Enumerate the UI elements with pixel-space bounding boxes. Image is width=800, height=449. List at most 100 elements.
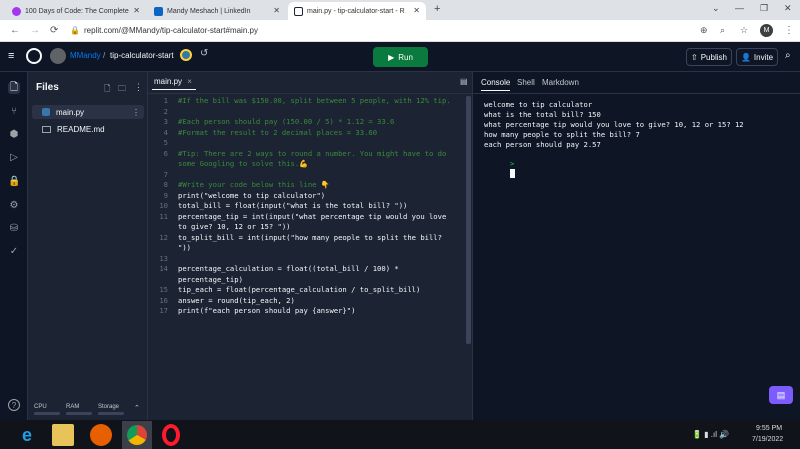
linkedin-icon bbox=[154, 6, 163, 16]
code-text: to give? 10, 12 or 15? ")) bbox=[178, 222, 291, 231]
add-icon[interactable]: ⊕ bbox=[700, 25, 708, 36]
publish-label: Publish bbox=[700, 52, 727, 62]
upload-icon: ⇧ bbox=[691, 52, 698, 62]
storage-bar bbox=[98, 412, 124, 415]
lock-icon: 🔒 bbox=[70, 26, 80, 35]
console-prompt[interactable]: > bbox=[484, 149, 515, 190]
close-icon[interactable]: × bbox=[187, 77, 192, 86]
chevron-down-icon[interactable]: ⌄ bbox=[712, 3, 720, 14]
opera-icon[interactable] bbox=[162, 424, 180, 446]
history-icon[interactable]: ↺ bbox=[200, 48, 208, 59]
repl-name[interactable]: tip-calculator-start bbox=[110, 51, 174, 60]
internet-explorer-icon[interactable]: e bbox=[16, 424, 38, 446]
invite-button[interactable]: 👤 Invite bbox=[736, 48, 778, 66]
line-number: 15 bbox=[159, 285, 168, 294]
run-button[interactable]: ▶ Run bbox=[373, 47, 428, 67]
secrets-lock-icon[interactable]: 🔒 bbox=[8, 176, 20, 188]
editor-tab-main[interactable]: main.py × bbox=[152, 77, 196, 90]
browser-tab-replit[interactable]: main.py - tip-calculator-start - R ✕ bbox=[288, 2, 426, 20]
browser-tab-bar: 100 Days of Code: The Complete ✕ Mandy M… bbox=[0, 0, 800, 20]
browser-tab-linkedin[interactable]: Mandy Meshach | LinkedIn ✕ bbox=[148, 2, 286, 20]
python-icon bbox=[180, 49, 192, 61]
cpu-label: CPU bbox=[34, 404, 47, 410]
chevron-up-icon: ⌃ bbox=[134, 405, 140, 412]
reload-icon[interactable]: ⟳ bbox=[50, 25, 58, 36]
more-options-icon[interactable]: ⋮ bbox=[132, 108, 140, 117]
restore-icon[interactable]: ❐ bbox=[760, 3, 768, 14]
chrome-taskbar-slot[interactable] bbox=[122, 421, 152, 449]
line-number: 14 bbox=[159, 264, 168, 273]
new-folder-icon[interactable]: 🗀 bbox=[118, 83, 126, 97]
line-number: 17 bbox=[159, 306, 168, 315]
more-vertical-icon[interactable]: ⋮ bbox=[784, 25, 794, 36]
browser-tab-udemy[interactable]: 100 Days of Code: The Complete ✕ bbox=[6, 2, 146, 20]
feedback-chat-button[interactable]: ▤ bbox=[769, 386, 793, 404]
star-icon[interactable]: ☆ bbox=[740, 25, 748, 36]
line-number: 8 bbox=[163, 180, 168, 189]
new-tab-button[interactable]: + bbox=[434, 3, 440, 15]
close-icon[interactable]: ✕ bbox=[413, 6, 420, 15]
ram-bar bbox=[66, 412, 92, 415]
console-pane[interactable]: Console Shell Markdown welcome to tip ca… bbox=[473, 72, 800, 420]
scrollbar[interactable] bbox=[466, 96, 471, 344]
console-line: what percentage tip would you love to gi… bbox=[484, 120, 744, 129]
tab-markdown[interactable]: Markdown bbox=[542, 78, 579, 87]
code-editor[interactable]: main.py × ▤ 1 #If the bill was $150.00, s… bbox=[148, 72, 473, 420]
layout-icon[interactable]: ▤ bbox=[460, 77, 468, 86]
resources-meter[interactable]: CPU RAM Storage ⌃ bbox=[34, 400, 144, 418]
file-name: README.md bbox=[57, 124, 105, 134]
tab-console[interactable]: Console bbox=[481, 78, 511, 91]
more-options-icon[interactable]: ⋮ bbox=[134, 82, 143, 93]
back-arrow-icon[interactable]: ← bbox=[10, 25, 20, 36]
debugger-icon[interactable]: ▷ bbox=[8, 152, 20, 164]
tab-shell[interactable]: Shell bbox=[517, 78, 535, 87]
clock-date[interactable]: 7/19/2022 bbox=[752, 436, 783, 443]
python-icon bbox=[42, 108, 50, 116]
avatar[interactable] bbox=[50, 48, 66, 64]
code-text: percentage_tip) bbox=[178, 274, 243, 284]
zoom-icon[interactable]: ⌕ bbox=[720, 25, 725, 36]
cursor bbox=[509, 169, 515, 178]
firefox-icon[interactable] bbox=[90, 424, 112, 446]
line-number: 13 bbox=[159, 253, 168, 263]
menu-icon[interactable]: ≡ bbox=[8, 50, 14, 62]
minimize-icon[interactable]: — bbox=[735, 3, 744, 13]
system-tray-icons[interactable]: 🔋 ▮ .ıl 🔊 bbox=[692, 430, 729, 439]
replit-logo-icon[interactable] bbox=[26, 48, 42, 64]
close-icon[interactable]: ✕ bbox=[133, 6, 140, 15]
code-area[interactable]: 1 #If the bill was $150.00, split between… bbox=[148, 96, 466, 416]
database-icon[interactable]: ⛁ bbox=[8, 223, 20, 235]
line-number: 16 bbox=[159, 295, 168, 305]
tool-rail: 🗋 ⑂ ⬢ ▷ 🔒 ⚙ ⛁ ✓ ? bbox=[0, 72, 28, 420]
files-title: Files bbox=[36, 82, 59, 93]
files-icon[interactable]: 🗋 bbox=[8, 82, 20, 94]
chrome-icon bbox=[127, 425, 147, 445]
prompt-symbol: > bbox=[509, 159, 515, 168]
profile-avatar[interactable]: M bbox=[760, 24, 773, 37]
packages-icon[interactable]: ⬢ bbox=[8, 129, 20, 141]
code-text: #Each person should pay (150.00 / 5) * 1… bbox=[178, 117, 395, 126]
code-text: ")) bbox=[178, 243, 191, 252]
publish-button[interactable]: ⇧ Publish bbox=[686, 48, 732, 66]
close-icon[interactable]: ✕ bbox=[273, 6, 280, 15]
storage-label: Storage bbox=[98, 404, 120, 410]
console-line: what is the total bill? 150 bbox=[484, 110, 601, 119]
search-icon[interactable]: ⌕ bbox=[785, 50, 791, 61]
settings-icon[interactable]: ⚙ bbox=[8, 200, 20, 212]
file-item-readme[interactable]: README.md bbox=[32, 122, 144, 136]
clock-time[interactable]: 9:55 PM bbox=[756, 425, 782, 432]
play-icon: ▶ bbox=[388, 52, 395, 62]
check-icon[interactable]: ✓ bbox=[8, 246, 20, 258]
help-icon[interactable]: ? bbox=[8, 399, 20, 411]
git-icon[interactable]: ⑂ bbox=[8, 106, 20, 118]
url-field[interactable]: replit.com/@MMandy/tip-calculator-start#… bbox=[84, 24, 704, 38]
file-item-main[interactable]: main.py ⋮ bbox=[32, 105, 144, 119]
file-explorer-icon[interactable] bbox=[52, 424, 74, 446]
file-name: main.py bbox=[56, 107, 85, 117]
line-number: 2 bbox=[163, 106, 168, 116]
forward-arrow-icon[interactable]: → bbox=[30, 25, 40, 36]
close-window-icon[interactable]: ✕ bbox=[784, 3, 792, 14]
line-number: 1 bbox=[163, 96, 168, 105]
new-file-icon[interactable]: 🗋 bbox=[104, 83, 110, 97]
username-link[interactable]: MMandy bbox=[70, 51, 101, 60]
